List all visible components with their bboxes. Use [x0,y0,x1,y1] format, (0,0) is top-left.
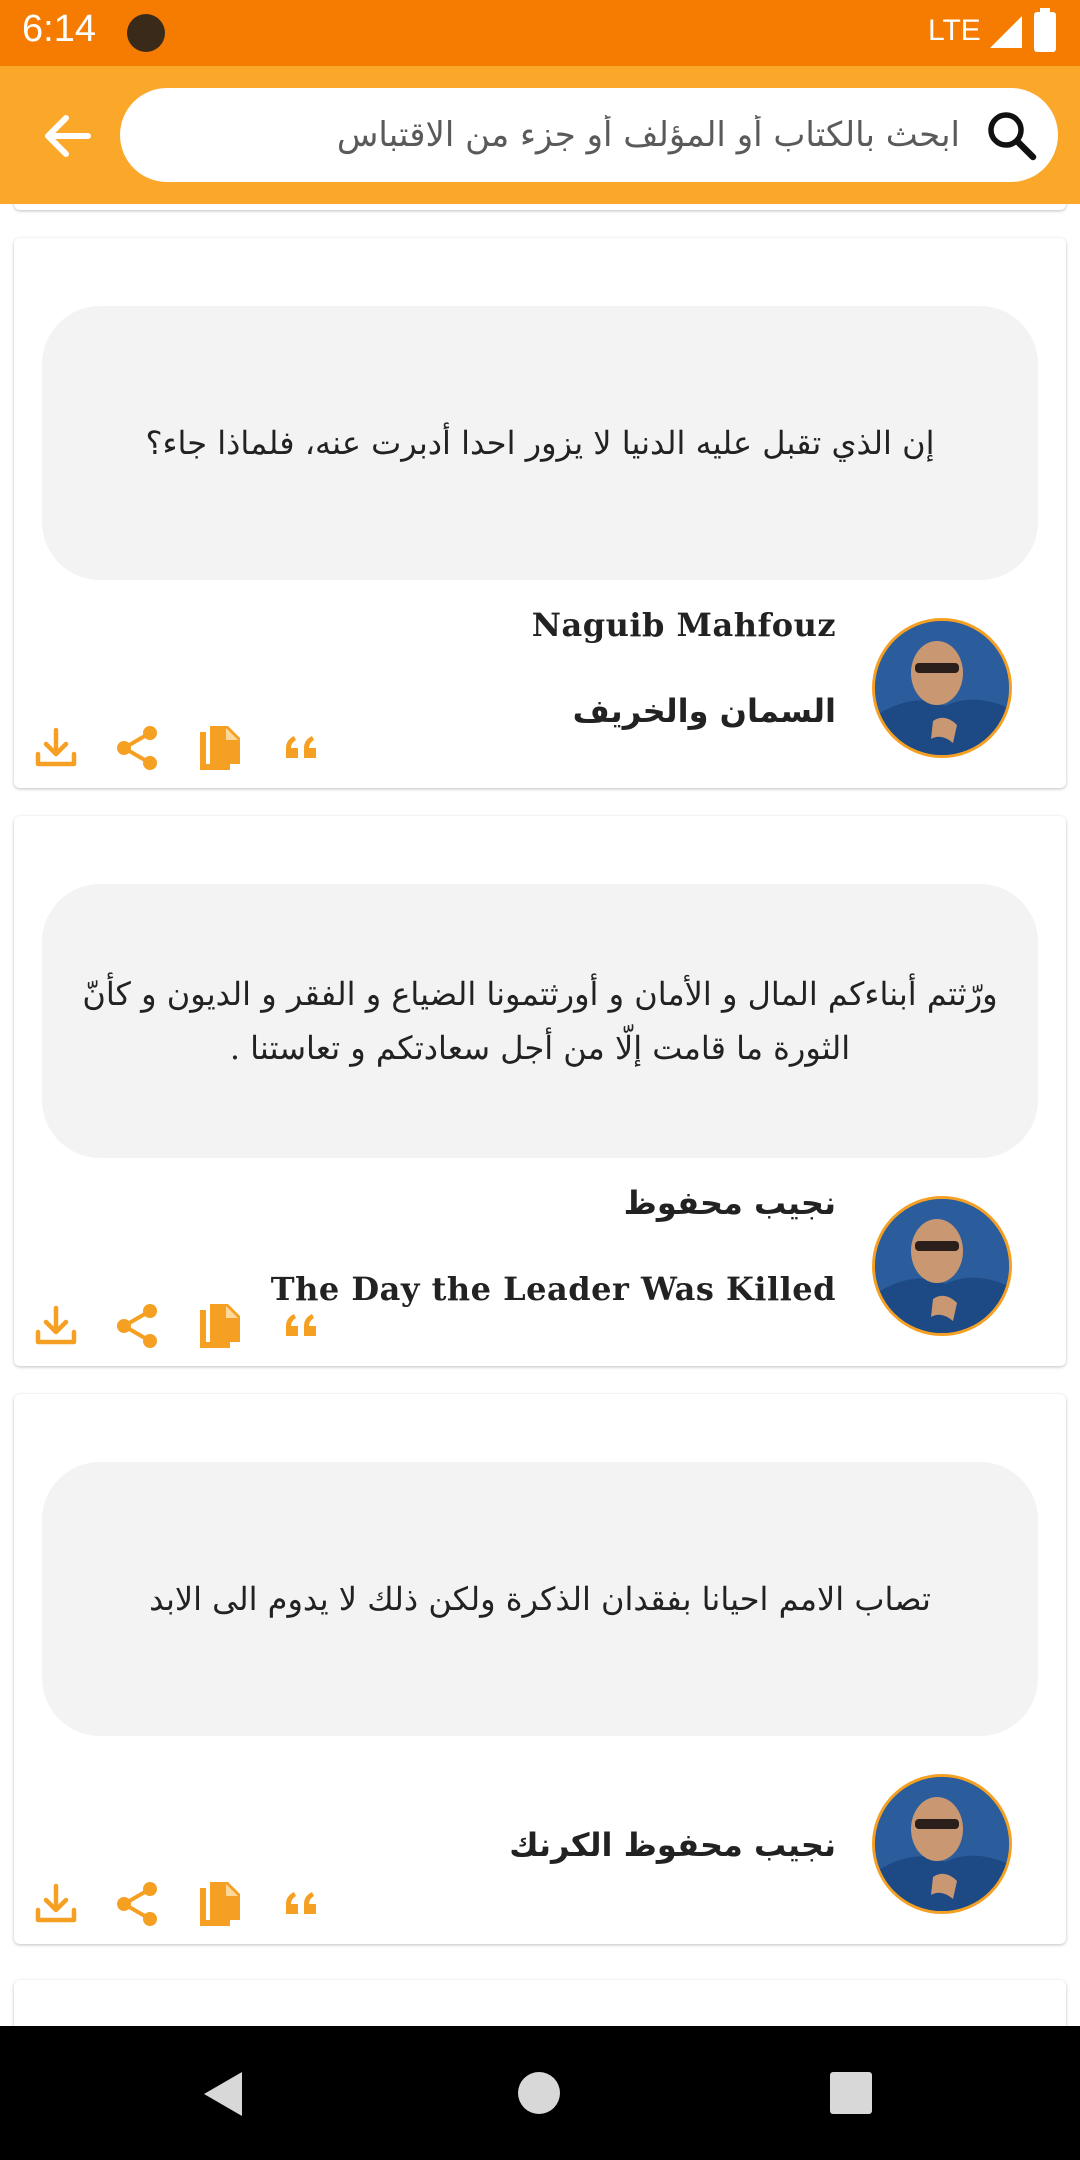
quote-author[interactable]: نجيب محفوظ [624,1184,836,1222]
download-icon[interactable] [24,1294,88,1358]
previous-card-edge [14,204,1066,210]
copy-icon[interactable] [188,1294,252,1358]
quote-author[interactable]: نجيب محفوظ الكرنك [509,1826,836,1864]
app-bar [0,66,1080,204]
search-input[interactable] [160,88,960,182]
quote-icon[interactable] [270,1872,334,1936]
back-arrow-icon[interactable] [38,106,98,166]
quote-author[interactable]: Naguib Mahfouz [532,606,836,644]
quote-book[interactable]: The Day the Leader Was Killed [271,1270,836,1308]
quote-card: تصاب الامم احيانا بفقدان الذكرة ولكن ذلك… [14,1394,1066,1944]
quote-card: إن الذي تقبل عليه الدنيا لا يزور احدا أد… [14,238,1066,788]
quote-box: إن الذي تقبل عليه الدنيا لا يزور احدا أد… [42,306,1038,580]
quote-book[interactable]: السمان والخريف [573,692,836,730]
nav-recents-icon[interactable] [830,2072,872,2114]
network-type: LTE [928,14,981,47]
share-icon[interactable] [106,716,170,780]
nav-back-icon[interactable] [200,2070,244,2118]
download-icon[interactable] [24,1872,88,1936]
quotes-list[interactable]: إن الذي تقبل عليه الدنيا لا يزور احدا أد… [0,204,1080,2026]
app-notification-icon [127,14,165,52]
quote-text[interactable]: تصاب الامم احيانا بفقدان الذكرة ولكن ذلك… [149,1572,931,1626]
battery-icon [1034,8,1056,52]
author-avatar[interactable] [872,1774,1012,1914]
author-avatar[interactable] [872,1196,1012,1336]
system-nav-bar [0,2026,1080,2160]
share-icon[interactable] [106,1872,170,1936]
quote-text[interactable]: ورّثتم أبناءكم المال و الأمان و أورثتمون… [72,967,1008,1075]
quote-icon[interactable] [270,1294,334,1358]
nav-home-icon[interactable] [518,2072,560,2114]
signal-icon [990,16,1022,48]
next-card-edge [14,1980,1066,2026]
search-icon[interactable] [984,108,1038,162]
quote-icon[interactable] [270,716,334,780]
quote-text[interactable]: إن الذي تقبل عليه الدنيا لا يزور احدا أد… [146,416,935,470]
card-actions [24,716,324,780]
status-time: 6:14 [22,8,96,50]
card-actions [24,1294,324,1358]
copy-icon[interactable] [188,1872,252,1936]
author-avatar[interactable] [872,618,1012,758]
status-bar: 6:14 LTE [0,0,1080,66]
search-box[interactable] [120,88,1058,182]
quote-box: تصاب الامم احيانا بفقدان الذكرة ولكن ذلك… [42,1462,1038,1736]
download-icon[interactable] [24,716,88,780]
copy-icon[interactable] [188,716,252,780]
card-actions [24,1872,324,1936]
quote-box: ورّثتم أبناءكم المال و الأمان و أورثتمون… [42,884,1038,1158]
quote-card: ورّثتم أبناءكم المال و الأمان و أورثتمون… [14,816,1066,1366]
share-icon[interactable] [106,1294,170,1358]
